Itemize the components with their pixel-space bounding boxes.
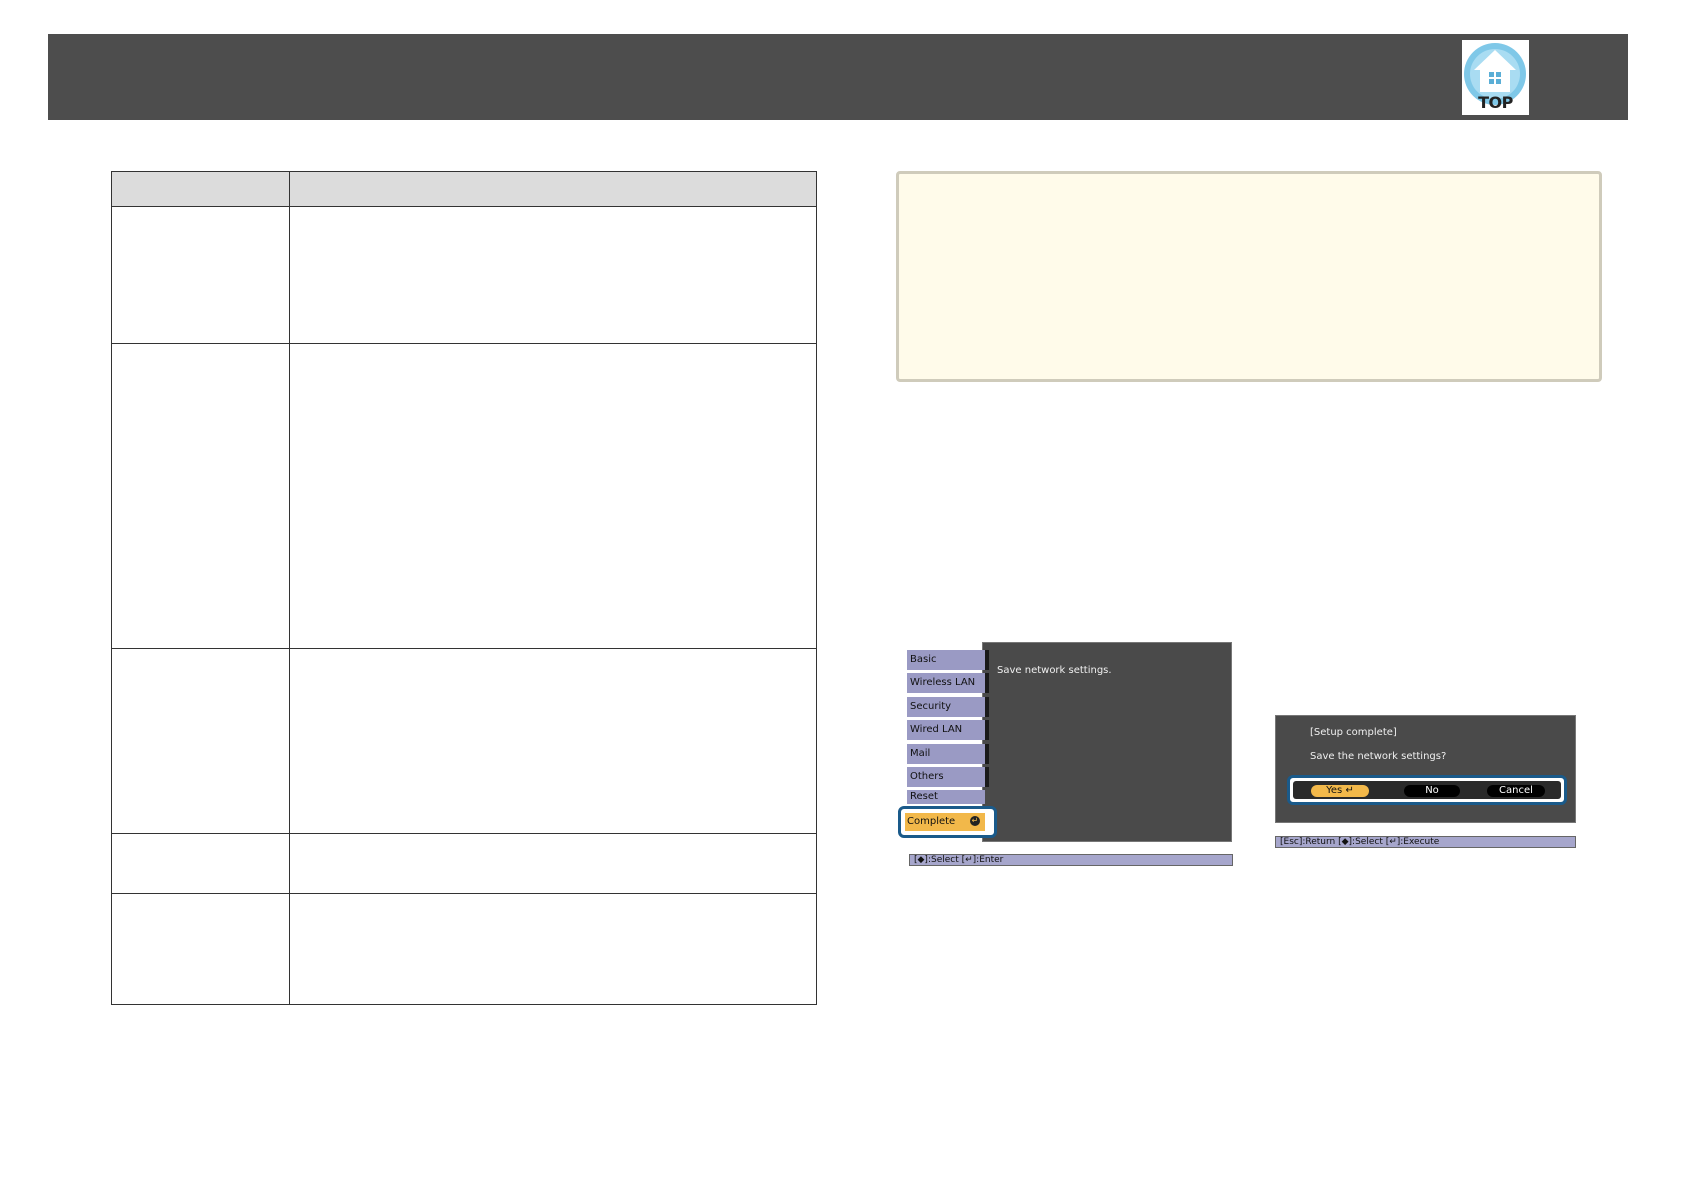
menu-tab-mail[interactable]: Mail: [907, 743, 989, 764]
table-cell: [111, 648, 290, 834]
header-bar: [48, 34, 1628, 120]
table-row: [111, 206, 817, 344]
note-box: [896, 171, 1602, 382]
table-header-cell: [289, 171, 817, 207]
enter-icon: ↵: [970, 816, 980, 826]
dialog-button-row: Yes ↵ No Cancel: [1293, 781, 1561, 799]
table-cell: [111, 343, 290, 649]
menu-tab-reset[interactable]: Reset: [907, 790, 985, 805]
table-row: [111, 343, 817, 649]
dialog-title: [Setup complete]: [1310, 727, 1397, 738]
table-row: [111, 648, 817, 834]
table-cell: [111, 893, 290, 1005]
table-cell: [111, 833, 290, 894]
top-logo-button[interactable]: TOP: [1462, 40, 1529, 115]
no-button[interactable]: No: [1404, 785, 1460, 797]
menu-tab-wireless-lan[interactable]: Wireless LAN: [907, 673, 989, 694]
dialog-focus-frame: Yes ↵ No Cancel: [1287, 775, 1567, 805]
menu-tab-basic[interactable]: Basic: [907, 650, 989, 670]
table-row: [111, 893, 817, 1005]
enter-icon: ↵: [1345, 785, 1354, 796]
menu-tab-others[interactable]: Others: [907, 766, 989, 787]
menu-tab-wired-lan[interactable]: Wired LAN: [907, 720, 989, 741]
complete-button[interactable]: Complete ↵: [905, 813, 985, 831]
table-cell: [111, 206, 290, 344]
table-cell: [289, 833, 817, 894]
table-header-cell: [111, 171, 290, 207]
menu-hint-bar: [◆]:Select [↵]:Enter: [909, 854, 1233, 866]
dialog-hint-bar: [Esc]:Return [◆]:Select [↵]:Execute: [1275, 836, 1576, 848]
table-cell: [289, 206, 817, 344]
top-logo-label: TOP: [1478, 93, 1513, 112]
table-cell: [289, 648, 817, 834]
table-cell: [289, 893, 817, 1005]
complete-label: Complete: [907, 816, 956, 827]
settings-table: [111, 171, 817, 1007]
yes-label: Yes: [1326, 785, 1343, 796]
menu-tab-security[interactable]: Security: [907, 696, 989, 717]
menu-message: Save network settings.: [997, 665, 1112, 676]
setup-complete-dialog-screenshot: [Setup complete] Save the network settin…: [1275, 715, 1576, 849]
menu-tab-column: Basic Wireless LAN Security Wired LAN Ma…: [907, 650, 989, 805]
cancel-button[interactable]: Cancel: [1487, 785, 1545, 797]
dialog-panel: [Setup complete] Save the network settin…: [1275, 715, 1576, 823]
menu-panel: Save network settings.: [982, 642, 1232, 842]
dialog-question: Save the network settings?: [1310, 751, 1447, 762]
table-cell: [289, 343, 817, 649]
yes-button[interactable]: Yes ↵: [1311, 785, 1369, 797]
table-row: [111, 833, 817, 894]
network-menu-screenshot: Save network settings. Basic Wireless LA…: [898, 642, 1233, 866]
complete-focus-frame: Complete ↵: [898, 806, 997, 838]
table-header-row: [111, 171, 817, 207]
